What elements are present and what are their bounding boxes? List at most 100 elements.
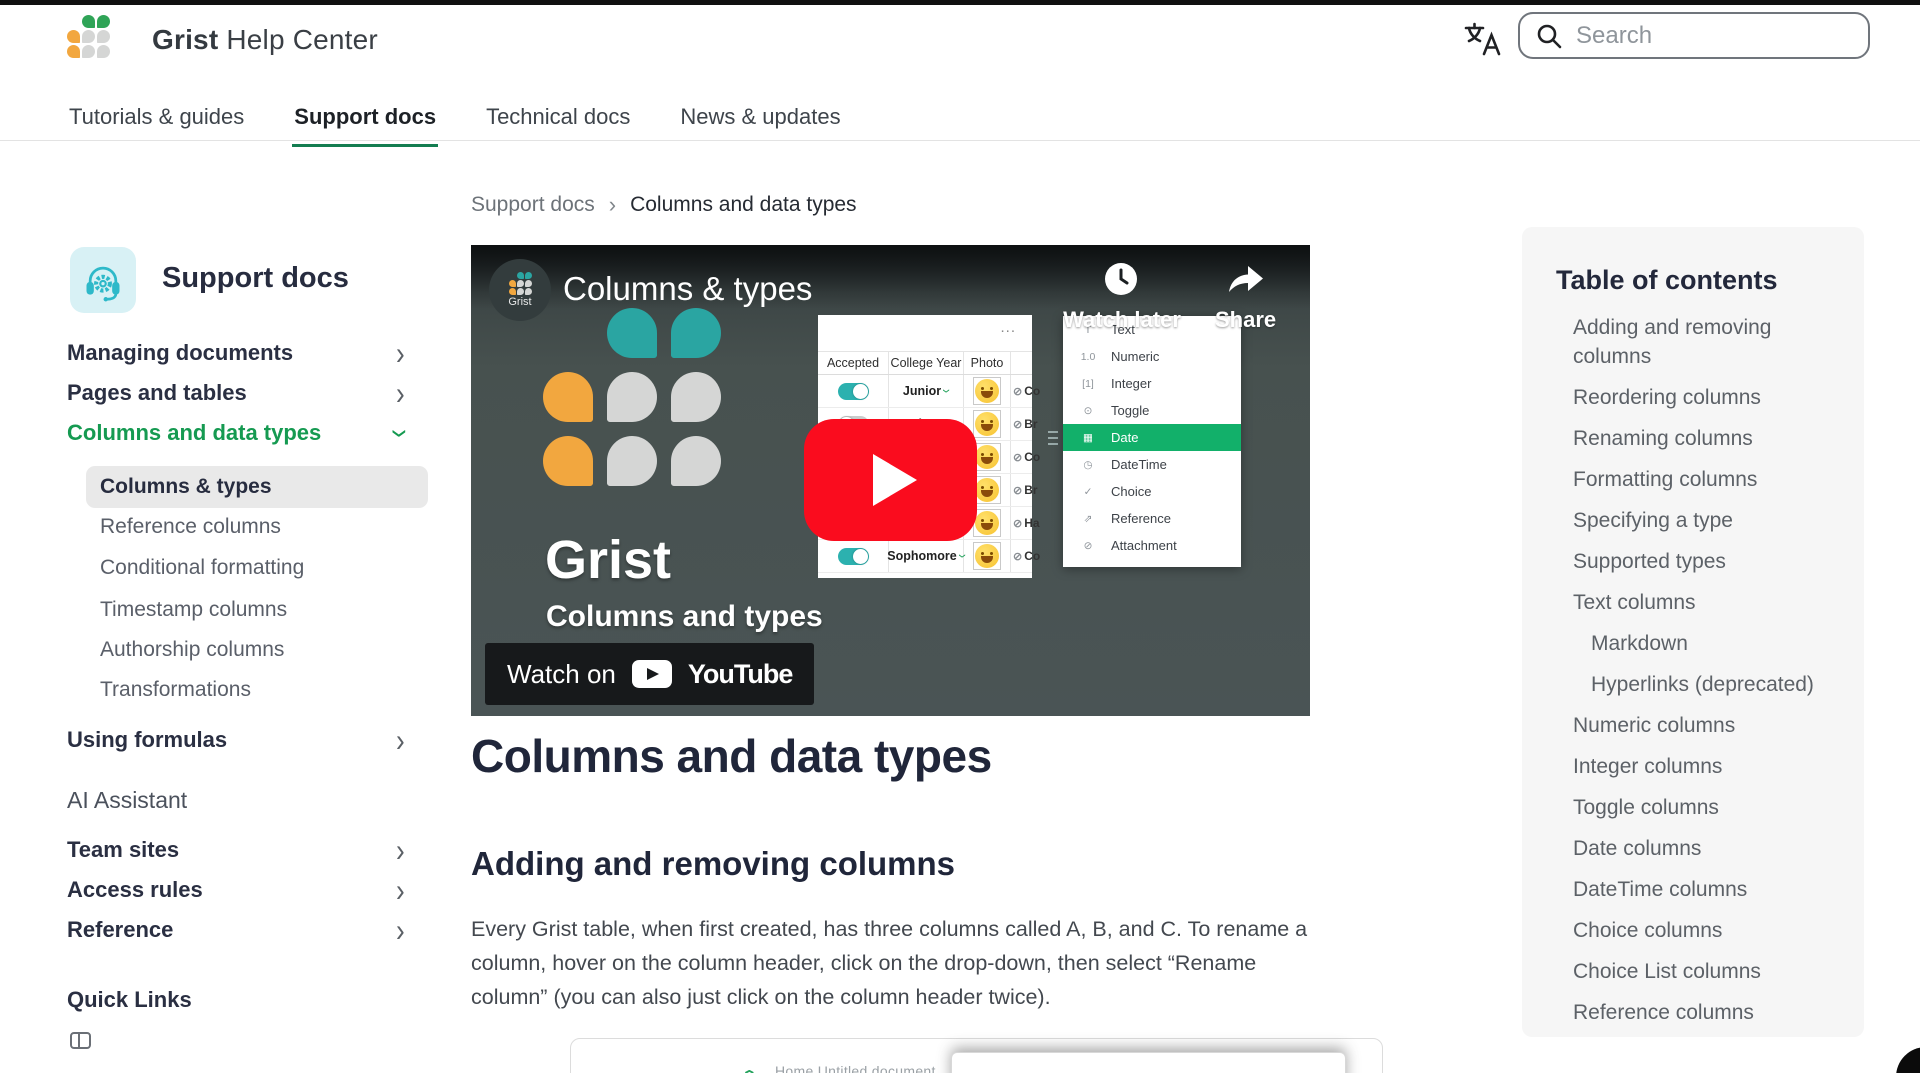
video-title[interactable]: Columns & types [563, 270, 812, 308]
menu-item-choice: ✓ Choice [1063, 478, 1241, 505]
watch-later-icon[interactable] [1102, 260, 1140, 298]
leaf-icon [82, 45, 95, 58]
toc-item-adding-removing[interactable]: Adding and removing columns [1573, 313, 1838, 371]
search-box[interactable] [1518, 12, 1870, 59]
body-paragraph: Every Grist table, when first created, h… [471, 912, 1323, 1014]
clock-icon: ◷ [1077, 459, 1099, 471]
sidebar-subitem-timestamp-columns[interactable]: Timestamp columns [100, 593, 400, 627]
toc-item-specifying-type[interactable]: Specifying a type [1573, 506, 1838, 535]
breadcrumb-parent[interactable]: Support docs [471, 193, 595, 217]
chevron-right-icon: › [396, 721, 405, 760]
tab-technical-docs[interactable]: Technical docs [484, 96, 632, 147]
sidebar-item-access-rules[interactable]: Access rules › [67, 872, 427, 908]
sidebar-subitem-transformations[interactable]: Transformations [100, 673, 400, 707]
grist-logo[interactable] [67, 15, 110, 58]
toc-item-numeric-columns[interactable]: Numeric columns [1573, 711, 1838, 740]
sidebar-item-columns-and-data-types[interactable]: Columns and data types › [67, 415, 427, 451]
toc-list: Adding and removing columns Reordering c… [1573, 313, 1838, 1039]
youtube-wordmark: YouTube [688, 659, 792, 690]
photo-cell [973, 377, 1001, 405]
tab-tutorials-guides[interactable]: Tutorials & guides [67, 96, 246, 147]
toc-item-formatting[interactable]: Formatting columns [1573, 465, 1838, 494]
sidebar-subitem-authorship-columns[interactable]: Authorship columns [100, 633, 400, 667]
sidebar-subitem-columns-types[interactable]: Columns & types [100, 470, 400, 504]
section-heading: Adding and removing columns [471, 845, 955, 883]
toc-item-integer-columns[interactable]: Integer columns [1573, 752, 1838, 781]
tab-support-docs[interactable]: Support docs [292, 96, 438, 147]
leaf-icon [97, 30, 110, 43]
sidebar-item-quick-links[interactable]: Quick Links [67, 982, 427, 1018]
headset-gear-icon [81, 258, 125, 302]
toc-item-date-columns[interactable]: Date columns [1573, 834, 1838, 863]
search-input[interactable] [1576, 22, 1846, 50]
emoji-face-icon [975, 445, 999, 469]
toc-item-supported-types[interactable]: Supported types [1573, 547, 1838, 576]
sidebar-item-using-formulas[interactable]: Using formulas › [67, 722, 427, 758]
sidebar-item-reference[interactable]: Reference › [67, 912, 427, 948]
menu-item-date-selected: ▦ Date [1063, 424, 1241, 451]
translate-icon[interactable] [1462, 20, 1504, 58]
share-icon[interactable] [1223, 258, 1267, 298]
channel-name: Grist [508, 296, 531, 308]
watch-on-youtube-button[interactable]: Watch on YouTube [485, 643, 814, 705]
sidebar-item-managing-documents[interactable]: Managing documents › [67, 335, 427, 371]
toc-title: Table of contents [1556, 265, 1778, 296]
watch-later-label[interactable]: Watch later [1057, 307, 1187, 333]
integer-type-icon: [1] [1077, 378, 1099, 390]
toc-item-reference-columns[interactable]: Reference columns [1573, 998, 1838, 1027]
top-window-strip [0, 0, 1920, 5]
toggle-on [838, 383, 869, 400]
table-header-row: Accepted College Year Photo [818, 351, 1032, 375]
caret-up-icon: › [738, 1069, 761, 1073]
toc-item-renaming[interactable]: Renaming columns [1573, 424, 1838, 453]
paperclip-icon: ⊘ [1013, 451, 1022, 464]
menu-item-integer: [1] Integer [1063, 370, 1241, 397]
toc-item-choice-list-columns[interactable]: Choice List columns [1573, 957, 1838, 986]
leaf-icon [67, 45, 80, 58]
chevron-right-icon: › [396, 911, 405, 950]
sidebar-subitem-reference-columns[interactable]: Reference columns [100, 510, 400, 544]
toc-item-toggle-columns[interactable]: Toggle columns [1573, 793, 1838, 822]
emoji-face-icon [975, 379, 999, 403]
screenshot-partial-text: Home Untitled document [775, 1063, 936, 1073]
channel-avatar[interactable]: Grist [489, 259, 551, 321]
menu-item-toggle: ⊙ Toggle [1063, 397, 1241, 424]
chevron-right-icon: › [396, 831, 405, 870]
menu-item-numeric: 1.0 Numeric [1063, 343, 1241, 370]
toggle-type-icon: ⊙ [1077, 405, 1099, 417]
more-options-icon: ... [1000, 319, 1016, 336]
paperclip-icon: ⊘ [1013, 484, 1022, 497]
tab-news-updates[interactable]: News & updates [678, 96, 842, 147]
sidebar-subitem-conditional-formatting[interactable]: Conditional formatting [100, 551, 400, 585]
check-icon: ✓ [1077, 486, 1099, 498]
inline-screenshot-card: › Home Untitled document [570, 1038, 1383, 1073]
play-button[interactable] [804, 419, 977, 541]
toc-item-choice-columns[interactable]: Choice columns [1573, 916, 1838, 945]
chevron-down-icon: › [382, 429, 421, 438]
caret-icon: › [938, 389, 956, 393]
leaf-icon [82, 15, 95, 28]
toc-item-reordering[interactable]: Reordering columns [1573, 383, 1838, 412]
caret-icon: › [954, 554, 972, 558]
toc-item-datetime-columns[interactable]: DateTime columns [1573, 875, 1838, 904]
breadcrumb: Support docs › Columns and data types [471, 192, 857, 218]
toc-item-hyperlinks[interactable]: Hyperlinks (deprecated) [1573, 670, 1838, 699]
toc-item-markdown[interactable]: Markdown [1573, 629, 1838, 658]
paperclip-icon: ⊘ [1013, 418, 1022, 431]
site-title[interactable]: Grist Help Center [152, 24, 378, 56]
toc-item-text-columns[interactable]: Text columns [1573, 588, 1838, 617]
menu-item-reference: ⇗ Reference [1063, 505, 1241, 532]
grist-hero-logo [543, 308, 721, 486]
hero-subtitle: Columns and types [546, 600, 823, 634]
sidebar-item-pages-and-tables[interactable]: Pages and tables › [67, 375, 427, 411]
breadcrumb-separator-icon: › [609, 192, 616, 218]
youtube-video-embed[interactable]: Grist Columns & types Watch later Share … [471, 245, 1310, 716]
paperclip-icon: ⊘ [1013, 517, 1022, 530]
floating-widget-button[interactable] [1896, 1047, 1920, 1073]
share-label[interactable]: Share [1215, 307, 1275, 333]
chevron-right-icon: › [396, 334, 405, 373]
sidebar-item-ai-assistant[interactable]: AI Assistant [67, 782, 427, 818]
screenshot-inner-panel [951, 1052, 1346, 1073]
emoji-face-icon [975, 544, 999, 568]
sidebar-item-team-sites[interactable]: Team sites › [67, 832, 427, 868]
